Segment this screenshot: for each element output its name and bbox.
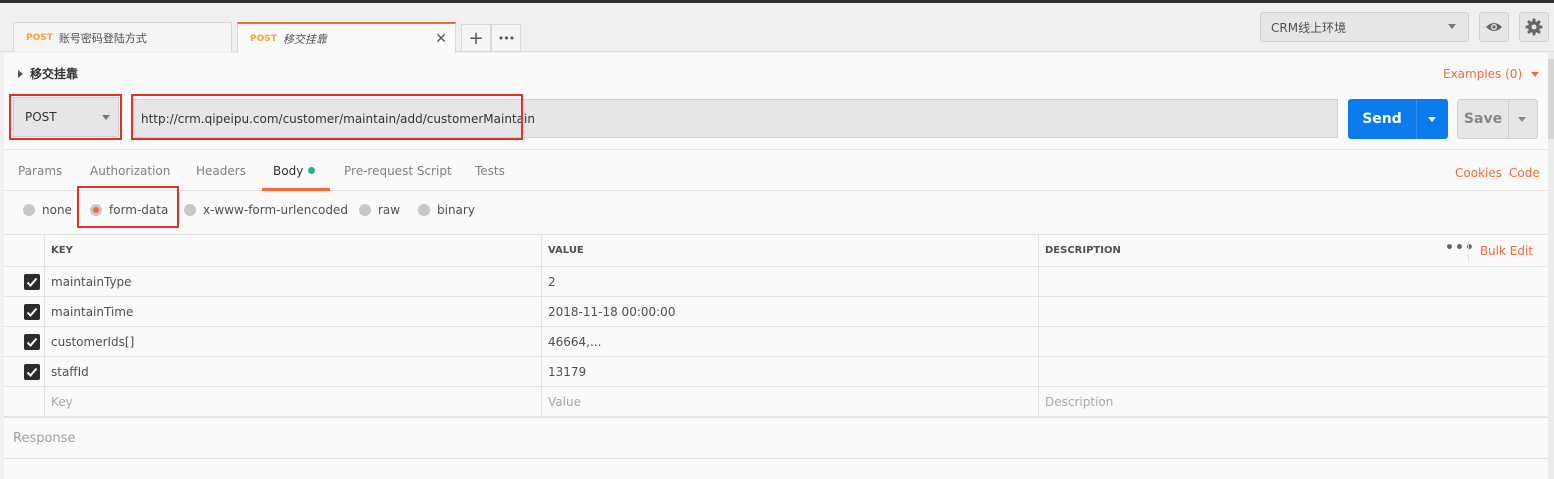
row-key-cell[interactable]: maintainTime [44, 297, 541, 326]
more-options-icon[interactable]: ••• [1445, 240, 1475, 256]
tab-authorization[interactable]: Authorization [90, 164, 170, 178]
table-header-row: KEY VALUE DESCRIPTION ••• Bulk Edit [4, 235, 1547, 267]
row-description-cell[interactable] [1038, 297, 1547, 326]
checkbox-checked[interactable] [24, 334, 40, 350]
tab-params[interactable]: Params [18, 164, 62, 178]
checkbox-checked[interactable] [24, 364, 40, 380]
send-label: Send [1362, 111, 1402, 127]
scrollbar[interactable] [1548, 53, 1554, 479]
response-label: Response [13, 431, 76, 446]
radio-label: none [42, 203, 72, 217]
environment-settings-button[interactable] [1519, 12, 1549, 42]
request-name: 移交挂靠 [30, 67, 79, 81]
table-row: maintainType 2 [4, 267, 1547, 297]
table-row-new: Key Value Description [4, 387, 1547, 417]
eye-icon [1486, 23, 1502, 31]
close-icon[interactable]: ✕ [435, 31, 447, 47]
examples-dropdown[interactable]: Examples (0) [1443, 67, 1540, 81]
radio-x-www-form-urlencoded[interactable]: x-www-form-urlencoded [184, 203, 348, 217]
form-data-table: KEY VALUE DESCRIPTION ••• Bulk Edit main… [4, 234, 1547, 417]
bulk-edit-divider [1468, 241, 1469, 261]
body-mode-radio-group: none form-data x-www-form-urlencoded raw… [4, 186, 1550, 234]
chevron-down-icon[interactable] [1518, 116, 1526, 122]
tab-tests[interactable]: Tests [475, 164, 505, 178]
radio-circle [184, 204, 196, 216]
table-row: customerIds[] 46664,... [4, 327, 1547, 357]
radio-label: x-www-form-urlencoded [203, 203, 348, 217]
tab-name-label: 移交挂靠 [282, 32, 327, 46]
radio-binary[interactable]: binary [418, 203, 475, 217]
row-description-cell[interactable] [1038, 327, 1547, 356]
response-section: Response [4, 417, 1550, 459]
request-name-toggle[interactable]: 移交挂靠 [18, 65, 78, 82]
tab-method-label: POST [250, 33, 277, 44]
tab-headers[interactable]: Headers [196, 164, 246, 178]
table-row: staffId 13179 [4, 357, 1547, 387]
new-description-input[interactable]: Description [1038, 387, 1547, 416]
checkbox-checked[interactable] [24, 304, 40, 320]
send-divider [1416, 99, 1417, 139]
save-label: Save [1463, 111, 1503, 127]
environment-select[interactable]: CRM线上环境 [1260, 12, 1469, 42]
chevron-down-icon[interactable] [1428, 116, 1436, 122]
new-key-input[interactable]: Key [44, 387, 541, 416]
environment-quick-look-button[interactable] [1479, 12, 1509, 42]
chevron-down-icon [1448, 24, 1456, 29]
checkbox-checked[interactable] [24, 274, 40, 290]
column-header-key: KEY [44, 235, 541, 266]
more-tabs-button[interactable]: ••• [491, 24, 521, 52]
status-dot-icon [308, 167, 316, 174]
table-row: maintainTime 2018-11-18 00:00:00 [4, 297, 1547, 327]
tab-body[interactable]: Body [273, 164, 316, 178]
row-value-cell[interactable]: 46664,... [541, 327, 1038, 356]
radio-circle [359, 204, 371, 216]
radio-none[interactable]: none [23, 203, 72, 217]
radio-circle [23, 204, 35, 216]
code-link[interactable]: Code [1509, 166, 1540, 180]
new-tab-button[interactable]: + [461, 24, 491, 52]
tab-login[interactable]: POST 账号密码登陆方式 [13, 22, 232, 52]
request-subtabs: Params Authorization Headers Body Pre-re… [4, 149, 1550, 191]
radio-label: raw [378, 203, 401, 217]
save-divider [1508, 100, 1509, 138]
row-description-cell[interactable] [1038, 267, 1547, 296]
caret-right-icon [18, 69, 23, 78]
tab-bar: POST 账号密码登陆方式 POST 移交挂靠 ✕ + ••• CRM线上环境 [0, 0, 1554, 53]
tab-name-label: 账号密码登陆方式 [58, 31, 147, 45]
window-top-border [0, 0, 1554, 3]
row-key-cell[interactable]: customerIds[] [44, 327, 541, 356]
tab-body-label: Body [273, 164, 304, 178]
radio-raw[interactable]: raw [359, 203, 400, 217]
request-panel: 移交挂靠 Examples (0) POST http://crm.qipeip… [4, 53, 1550, 479]
row-key-cell[interactable]: staffId [44, 357, 541, 386]
highlight-box-form-data [77, 186, 179, 228]
row-key-cell[interactable]: maintainType [44, 267, 541, 296]
tab-transfer[interactable]: POST 移交挂靠 ✕ [237, 22, 456, 53]
row-value-cell[interactable]: 2018-11-18 00:00:00 [541, 297, 1038, 326]
radio-circle [418, 204, 430, 216]
environment-label: CRM线上环境 [1271, 20, 1347, 35]
row-value-cell[interactable]: 2 [541, 267, 1038, 296]
row-value-cell[interactable]: 13179 [541, 357, 1038, 386]
gear-icon [1525, 18, 1543, 36]
checkmark-icon [26, 367, 38, 377]
checkmark-icon [26, 307, 38, 317]
highlight-box-url [131, 94, 523, 140]
send-button[interactable]: Send [1348, 99, 1448, 139]
cookies-link[interactable]: Cookies [1455, 166, 1502, 180]
tab-pre-request-script[interactable]: Pre-request Script [344, 164, 452, 178]
highlight-box-method [9, 94, 122, 140]
radio-label: binary [437, 203, 475, 217]
bulk-edit-link[interactable]: Bulk Edit [1480, 244, 1533, 258]
checkmark-icon [26, 277, 38, 287]
chevron-down-icon [1531, 71, 1540, 77]
new-value-input[interactable]: Value [541, 387, 1038, 416]
column-header-value: VALUE [541, 235, 1038, 266]
examples-label: Examples (0) [1443, 67, 1523, 81]
save-button[interactable]: Save [1457, 99, 1538, 139]
scrollbar-thumb[interactable] [1548, 59, 1554, 139]
row-description-cell[interactable] [1038, 357, 1547, 386]
tab-method-label: POST [26, 32, 53, 43]
checkmark-icon [26, 337, 38, 347]
